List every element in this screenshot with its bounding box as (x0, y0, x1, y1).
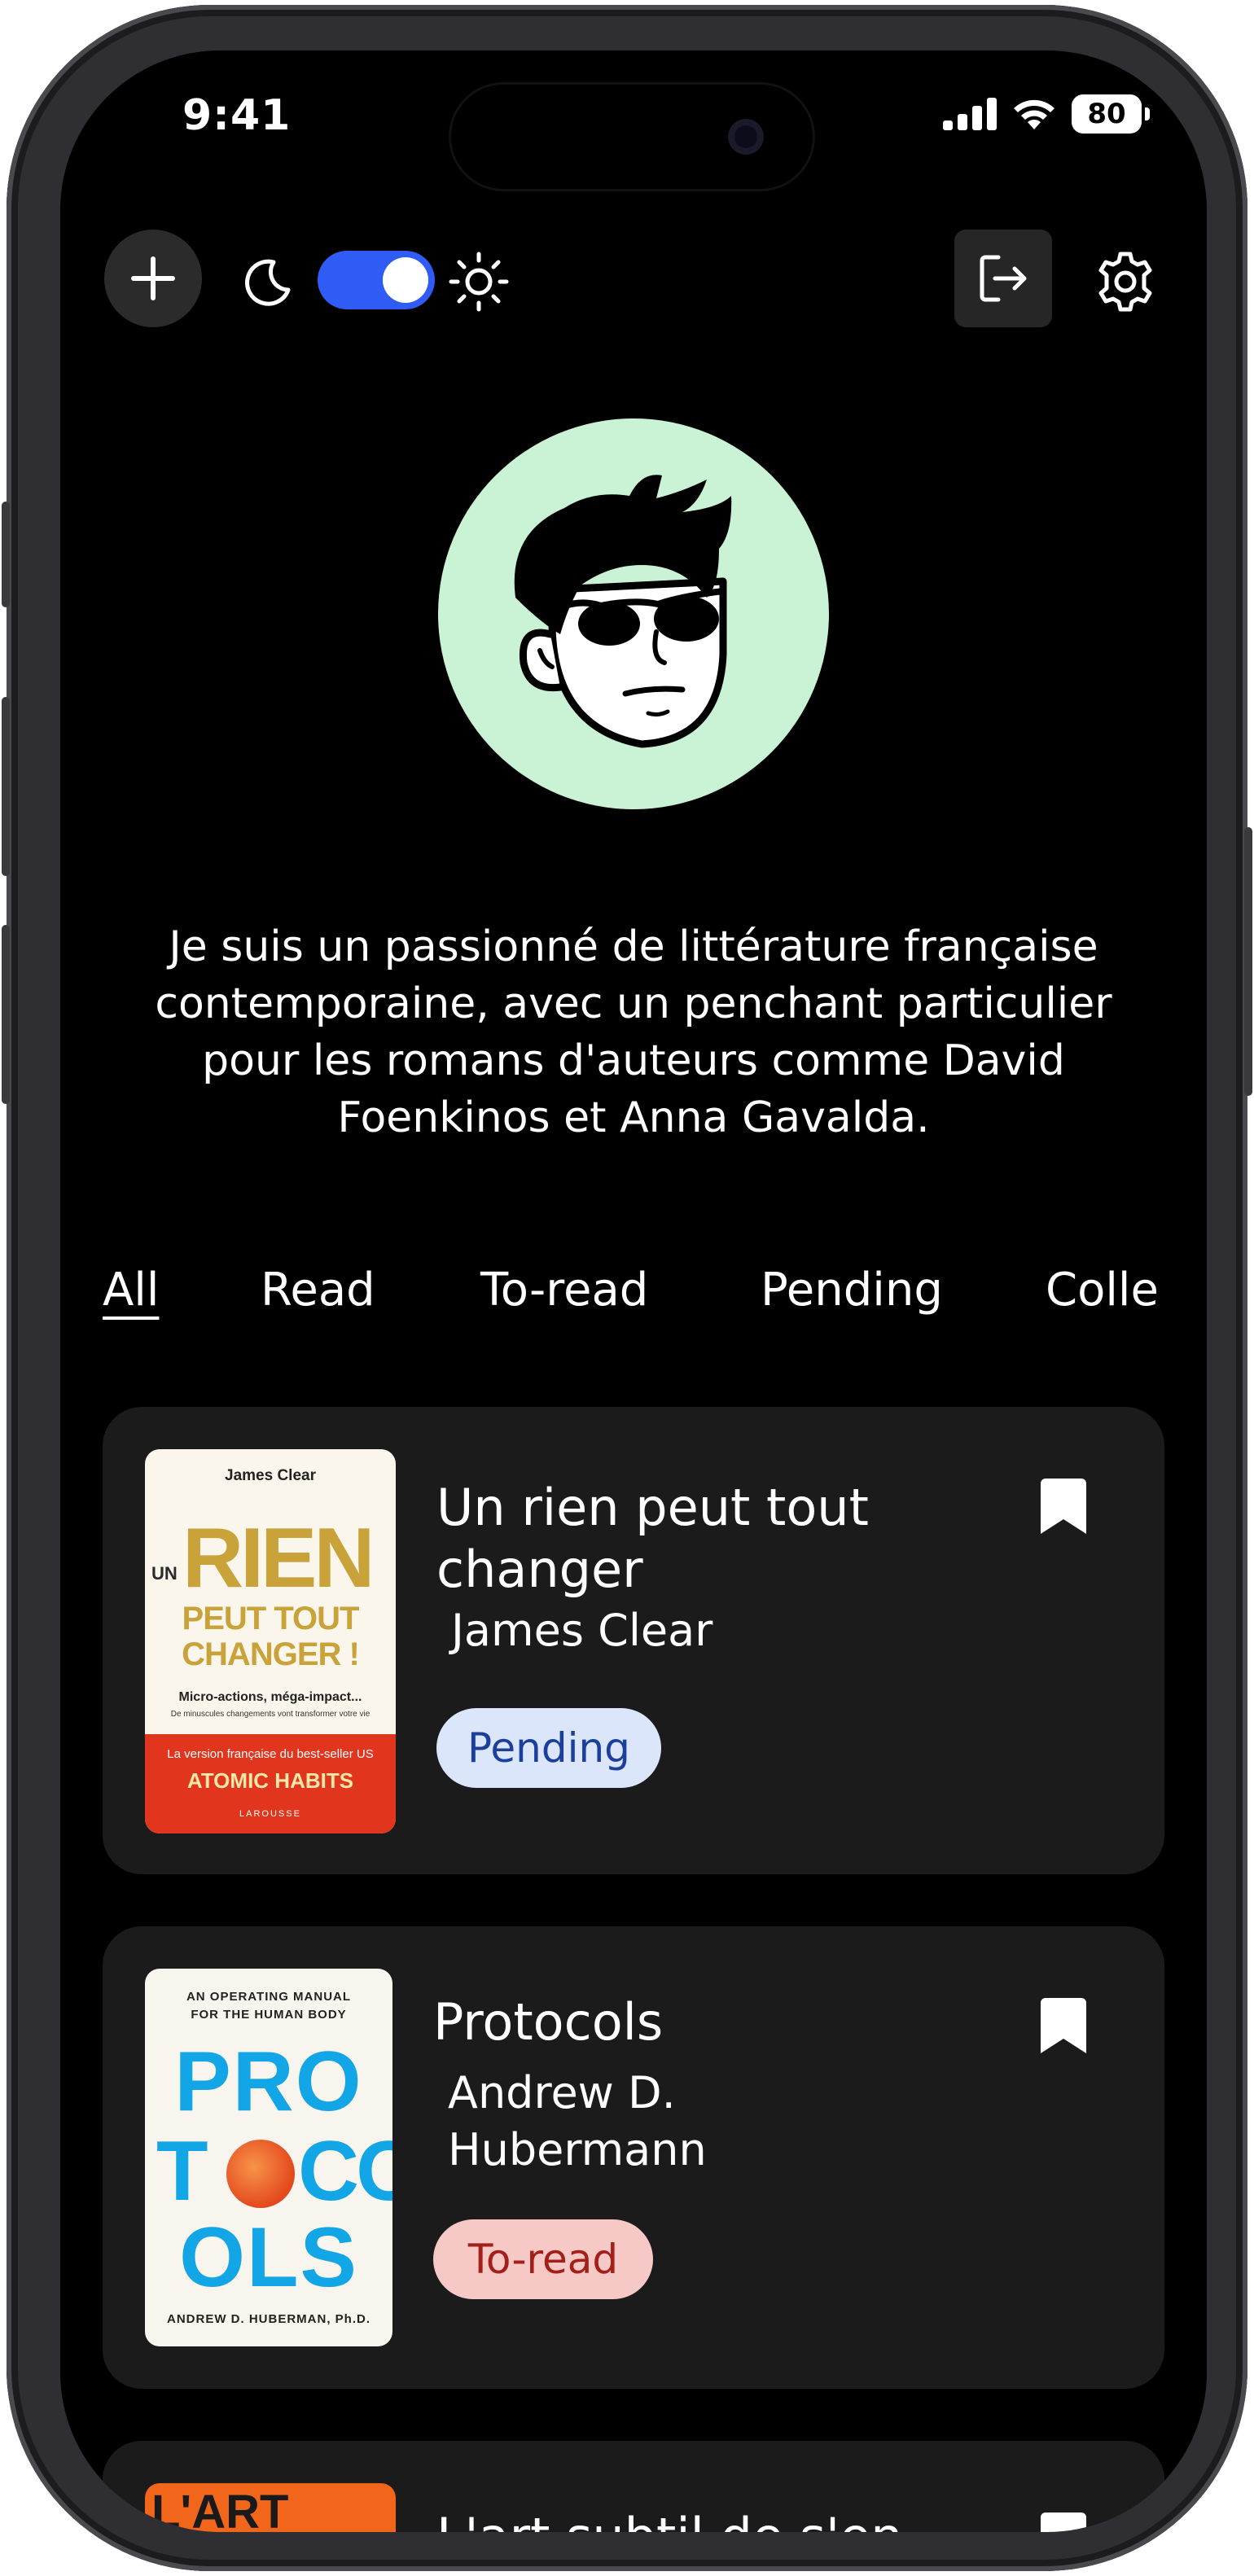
top-toolbar (60, 213, 1207, 327)
cover-tagline: Micro-actions, méga-impact... (178, 1690, 362, 1704)
avatar-illustration (514, 475, 732, 748)
book-cover: James Clear UN RIEN PEUT TOUT CHANGER ! … (145, 1449, 396, 1833)
book-title: Un rien peut tout changer (436, 1478, 869, 1599)
cover-top-line2: FOR THE HUMAN BODY (191, 2008, 347, 2022)
sun-icon (449, 252, 509, 312)
book-author: Andrew D. Hubermann (448, 2067, 707, 2175)
volume-down-button (2, 925, 10, 1104)
phone-frame: 9:41 80 Je suis un passionné de littérat… (2, 5, 1252, 2571)
logout-button[interactable] (954, 230, 1052, 327)
status-badge: Pending (436, 1708, 661, 1788)
cover-band-title: ATOMIC HABITS (186, 1768, 354, 1793)
toggle-knob (383, 257, 428, 303)
cover-byline: ANDREW D. HUBERMAN, Ph.D. (167, 2312, 370, 2326)
cover-row3: OLS (179, 2210, 358, 2305)
cover-row2-right: CO (298, 2124, 392, 2219)
cover-top-text: L'ART (151, 2486, 289, 2532)
cover-band-text: La version française du best-seller US (167, 1747, 374, 1761)
signal-icon (943, 98, 997, 130)
cover-publisher: LAROUSSE (239, 1809, 301, 1819)
app-screen: 9:41 80 Je suis un passionné de littérat… (60, 50, 1207, 2532)
book-title: L'art subtil de s'en foutre (436, 2506, 925, 2532)
book-card[interactable]: L'ART L'art subtil de s'en foutre (103, 2441, 1164, 2532)
front-camera (728, 119, 764, 155)
power-button (1244, 827, 1252, 1096)
book-author: James Clear (451, 1605, 713, 1656)
cover-row1: PRO (174, 2035, 363, 2129)
cover-title-line2: PEUT TOUT (182, 1601, 360, 1636)
cover-top-line1: AN OPERATING MANUAL (186, 1990, 352, 2004)
status-bar: 9:41 80 (60, 50, 1207, 189)
book-card[interactable]: James Clear UN RIEN PEUT TOUT CHANGER ! … (103, 1407, 1164, 1874)
wifi-icon (1014, 99, 1054, 129)
cover-title-big: RIEN (182, 1511, 375, 1606)
tab-collections[interactable]: Colle (1046, 1264, 1159, 1316)
cover-author: James Clear (225, 1467, 316, 1484)
plus-icon (131, 256, 175, 300)
logout-icon (980, 255, 1027, 302)
bookmark-icon[interactable] (1041, 1998, 1086, 2053)
bookmark-icon[interactable] (1041, 2512, 1086, 2532)
add-button[interactable] (104, 230, 202, 327)
status-time: 9:41 (182, 91, 292, 140)
gear-icon[interactable] (1094, 251, 1156, 313)
tab-pending[interactable]: Pending (761, 1264, 943, 1316)
bookmark-icon[interactable] (1041, 1479, 1086, 1534)
book-cover: AN OPERATING MANUAL FOR THE HUMAN BODY P… (145, 1969, 392, 2346)
filter-tabs: All Read To-read Pending Colle (60, 1264, 1207, 1345)
book-card[interactable]: AN OPERATING MANUAL FOR THE HUMAN BODY P… (103, 1926, 1164, 2389)
tab-all[interactable]: All (103, 1264, 159, 1316)
cover-sun-circle (226, 2140, 295, 2208)
moon-icon (245, 259, 291, 306)
book-title: Protocols (433, 1992, 664, 2052)
tab-to-read[interactable]: To-read (480, 1264, 648, 1316)
action-button (2, 502, 10, 607)
volume-up-button (2, 697, 10, 876)
profile-bio: Je suis un passionné de littérature fran… (155, 922, 1112, 1142)
status-badge: To-read (433, 2219, 653, 2299)
book-cover: L'ART (145, 2483, 396, 2532)
theme-toggle[interactable] (318, 251, 435, 309)
cover-subtagline: De minuscules changements vont transform… (170, 1710, 370, 1719)
profile-avatar (438, 418, 829, 809)
cover-row2: T CO (145, 2127, 392, 2216)
status-icons: 80 (943, 94, 1150, 134)
cover-row2-left: T (156, 2124, 208, 2219)
battery-indicator: 80 (1072, 94, 1150, 134)
cover-word-small: UN (151, 1563, 178, 1584)
cover-band: La version française du best-seller US A… (145, 1734, 396, 1833)
cover-title-line3: CHANGER ! (182, 1636, 360, 1672)
tab-read[interactable]: Read (261, 1264, 375, 1316)
